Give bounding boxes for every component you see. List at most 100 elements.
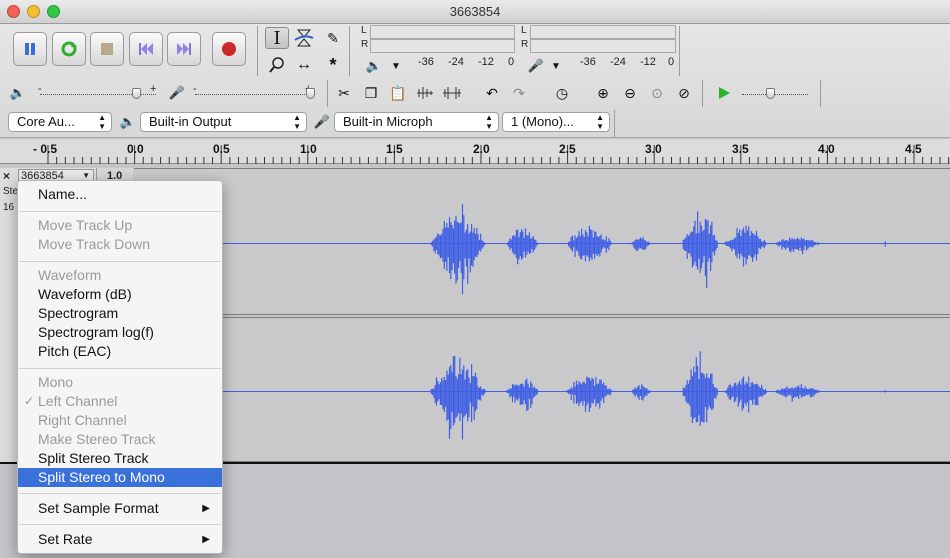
- trim-button[interactable]: [413, 82, 437, 104]
- playback-meter-right[interactable]: [370, 39, 515, 53]
- ruler-label: 3.5: [732, 142, 749, 156]
- toolbar-area: I ✎ ↔ * L R L R 🔈 ▼ -36 -24 -12 0 🎤 ▼ -3…: [0, 24, 950, 138]
- checkmark-icon: ✓: [24, 394, 35, 408]
- meter-scale-label: -12: [478, 56, 494, 68]
- draw-tool-button[interactable]: ✎: [321, 27, 345, 49]
- record-meter-right[interactable]: [530, 39, 676, 53]
- meter-scale-label: -12: [640, 56, 656, 68]
- record-meter-left[interactable]: [530, 25, 676, 39]
- right-channel-waveform[interactable]: [134, 317, 950, 462]
- submenu-arrow-icon: ▶: [202, 534, 210, 545]
- time-shift-tool-button[interactable]: ↔: [292, 54, 316, 76]
- zoom-in-icon: ⊕: [597, 84, 609, 101]
- pencil-icon: ✎: [327, 29, 339, 46]
- left-channel-waveform[interactable]: [134, 168, 950, 315]
- paste-button[interactable]: 📋: [386, 82, 410, 104]
- play-speed-knob[interactable]: [766, 88, 775, 99]
- play-speed-slider[interactable]: [742, 94, 808, 95]
- redo-icon: ↷: [513, 84, 525, 101]
- cut-button[interactable]: ✂: [332, 82, 356, 104]
- ruler-label: - 0.5: [33, 142, 58, 156]
- input-channels-select[interactable]: 1 (Mono)... ▲ ▼: [502, 112, 610, 132]
- zoom-out-icon: ⊖: [624, 84, 636, 101]
- copy-icon: ❐: [364, 84, 378, 101]
- waveform-right: [134, 351, 950, 440]
- meter-scale-label: 0: [668, 56, 675, 68]
- ruler-label: 4.5: [905, 142, 922, 156]
- speaker-icon: 🔈: [365, 58, 383, 73]
- menu-item-make-stereo-track: Make Stereo Track: [38, 431, 156, 447]
- input-device-select[interactable]: Built-in Microph ▲ ▼: [334, 112, 499, 132]
- zoom-out-button[interactable]: ⊖: [618, 82, 642, 104]
- playback-meter-left[interactable]: [370, 25, 515, 39]
- play-at-speed-button[interactable]: [712, 82, 736, 104]
- fit-selection-button[interactable]: ⊙: [645, 82, 669, 104]
- menu-item-set-rate[interactable]: Set Rate ▶: [18, 530, 222, 549]
- menu-item-set-sample-format[interactable]: Set Sample Format ▶: [18, 499, 222, 518]
- rec-meter-right-label: R: [521, 39, 529, 50]
- playback-meter-menu-button[interactable]: ▼: [384, 55, 408, 77]
- record-meter-menu-button[interactable]: ▼: [544, 55, 568, 77]
- output-device-icon: 🔈: [119, 114, 137, 129]
- skip-to-end-button[interactable]: [167, 32, 201, 66]
- output-volume-knob[interactable]: [132, 88, 141, 99]
- undo-button[interactable]: ↶: [480, 82, 504, 104]
- pause-button[interactable]: [13, 32, 47, 66]
- menu-item-pitch-eac[interactable]: Pitch (EAC): [18, 342, 222, 361]
- stop-icon: [101, 43, 113, 55]
- menu-item-spectrogram[interactable]: Spectrogram: [18, 304, 222, 323]
- fit-project-icon: ⊘: [678, 84, 690, 101]
- window-title: 3663854: [449, 4, 501, 19]
- skip-to-start-button[interactable]: [129, 32, 163, 66]
- clock-icon: ◷: [555, 84, 569, 101]
- multi-tool-button[interactable]: *: [321, 54, 345, 76]
- menu-item-split-stereo-track[interactable]: Split Stereo Track: [18, 449, 222, 468]
- redo-button[interactable]: ↷: [507, 82, 531, 104]
- play-icon: [719, 87, 730, 99]
- silence-icon: [443, 87, 461, 99]
- stop-button[interactable]: [90, 32, 124, 66]
- zoom-in-button[interactable]: ⊕: [591, 82, 615, 104]
- zoom-icon: [269, 57, 284, 73]
- menu-item-split-stereo-to-mono[interactable]: Split Stereo to Mono: [18, 468, 222, 487]
- menu-item-waveform: Waveform: [38, 267, 102, 283]
- title-bar: 3663854: [0, 0, 950, 24]
- menu-item-name[interactable]: Name...: [18, 185, 222, 204]
- menu-item-spectrogram-log[interactable]: Spectrogram log(f): [18, 323, 222, 342]
- meter-left-label: L: [361, 25, 367, 36]
- ruler-label: 1.5: [386, 142, 403, 156]
- time-shift-icon: ↔: [296, 56, 312, 73]
- ruler-label: 2.5: [559, 142, 576, 156]
- record-icon: [222, 42, 236, 56]
- menu-item-waveform-db[interactable]: Waveform (dB): [18, 285, 222, 304]
- input-volume-knob[interactable]: [306, 88, 315, 99]
- envelope-tool-button[interactable]: [292, 27, 316, 49]
- audio-host-select[interactable]: Core Au... ▲ ▼: [8, 112, 112, 132]
- menu-item-right-channel: Right Channel: [38, 412, 127, 428]
- loop-play-button[interactable]: [52, 32, 86, 66]
- loop-icon: [61, 41, 77, 57]
- scissors-icon: ✂: [338, 84, 350, 101]
- meter-scale-label: -36: [418, 56, 434, 68]
- fit-project-button[interactable]: ⊘: [672, 82, 696, 104]
- output-volume-icon: 🔈: [9, 85, 27, 100]
- ruler-label: 4.0: [818, 142, 835, 156]
- zoom-tool-button[interactable]: [265, 54, 289, 76]
- close-track-button[interactable]: ×: [3, 169, 10, 183]
- sync-lock-button[interactable]: ◷: [550, 82, 574, 104]
- selection-tool-button[interactable]: I: [265, 27, 289, 49]
- undo-icon: ↶: [486, 84, 498, 101]
- meter-right-label: R: [361, 39, 369, 50]
- track-info-text: 16: [3, 202, 15, 213]
- ruler-label: 0.0: [127, 142, 144, 156]
- skip-start-icon: [139, 43, 153, 55]
- input-volume-slider[interactable]: [195, 94, 311, 95]
- timeline-ruler[interactable]: - 0.5 0.0 0.5 1.0 1.5 2.0 2.5 3.0 3.5 4.…: [0, 139, 950, 164]
- record-button[interactable]: [212, 32, 246, 66]
- menu-item-move-track-down: Move Track Down: [38, 236, 151, 252]
- rec-meter-left-label: L: [521, 25, 527, 36]
- output-device-select[interactable]: Built-in Output ▲ ▼: [140, 112, 307, 132]
- silence-button[interactable]: [440, 82, 464, 104]
- i-beam-icon: I: [273, 27, 281, 49]
- copy-button[interactable]: ❐: [359, 82, 383, 104]
